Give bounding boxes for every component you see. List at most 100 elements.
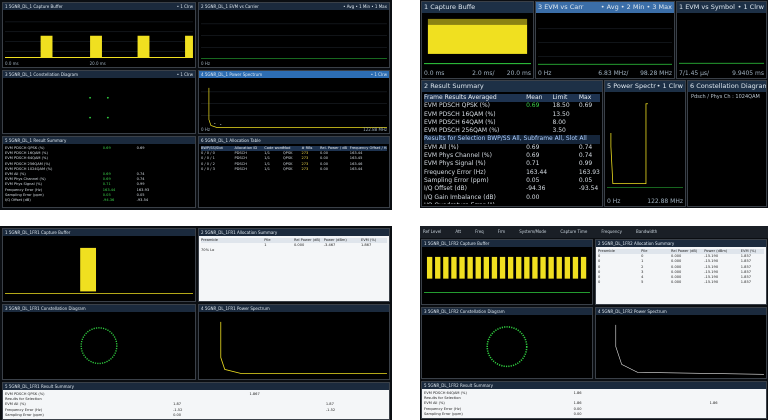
result-summary-panel[interactable]: 5 5GNR_DL_1 Result Summary EVM PDSCH QPS…	[2, 136, 196, 208]
panel-title: 2 5GNR_DL_1 EVM vs Carrier	[201, 4, 259, 9]
slot-burst	[516, 256, 522, 279]
panel-title: 5 5GNR_DL_1FR1 Result Summary	[5, 384, 74, 389]
panel-title: 2 5GNR_DL_1FR2 Allocation Summary	[598, 241, 675, 246]
evm-vs-symbol-panel[interactable]: 1 EVM vs Symbol • 1 Clrw 7/1.45 μs/9.9405…	[676, 1, 767, 79]
instrument-toolbar[interactable]: Ref Level Att Freq Frm System/Mode Capture Ti…	[420, 226, 768, 238]
result-summary-panel[interactable]: 5 5GNR_DL_1FR1 Result Summary EVM PDSCH …	[2, 382, 390, 420]
spectrum-trace	[607, 103, 683, 188]
power-spectrum-panel[interactable]: 4 5GNR_DL_1 Power Spectrum • 1 Clrw 0 Hz 1…	[198, 70, 390, 134]
summary-table: EVM PDSCH QPSK (%) 1.867 Results for Selec…	[5, 392, 387, 417]
toolbar-field[interactable]: Att	[455, 229, 461, 234]
table-row[interactable]: I/Q Offset (dB) -94.36 -93.54	[424, 185, 600, 193]
table-row[interactable]: 70% Lo	[201, 248, 387, 253]
capture-buffer-panel[interactable]: 1 5GNR_DL_1FR2 Capture Buffer	[421, 239, 593, 305]
panel-title: 1 Capture Buffe	[424, 3, 476, 11]
x-start: 0.0 ms	[424, 70, 445, 77]
slot-burst	[426, 256, 433, 279]
table-row[interactable]: EVM PDSCH QPSK (%) 0.69 18.50 0.69	[424, 102, 600, 110]
panel-header: 3 5GNR_DL_1FR1 Constellation Diagram	[3, 305, 195, 312]
table-row[interactable]: Sampling Error (ppm) 0.00	[5, 413, 387, 417]
table-row[interactable]: EVM Phys Signal (%) 0.71 0.99	[424, 160, 600, 168]
toolbar-field[interactable]: Capture Time	[560, 229, 587, 234]
x-axis: 0 Hz 6.83 MHz/98.28 MHz	[538, 69, 672, 78]
power-spectrum-panel[interactable]: 4 5GNR_DL_1FR1 Power Spectrum	[198, 304, 390, 380]
toolbar-field[interactable]: Ref Level	[423, 229, 441, 234]
table-row[interactable]: I/Q Quadrature Error (°)	[424, 202, 600, 204]
toolbar-field[interactable]: Frm	[498, 229, 505, 234]
constellation-points	[89, 96, 109, 119]
panel-title: 1 EVM vs Symbol	[679, 3, 735, 11]
constellation-panel[interactable]: 6 Constellation Diagram Pdsch / Phys Ch …	[687, 80, 767, 207]
table-cell: 0.05	[526, 176, 540, 184]
constellation-panel[interactable]: 3 5GNR_DL_1FR1 Constellation Diagram	[2, 304, 196, 380]
x-axis: 0 Hz	[201, 60, 387, 67]
result-summary-panel[interactable]: 2 Result Summary Frame Results Averaged M…	[421, 80, 603, 207]
table-cell: 70% Lo	[201, 248, 215, 253]
table-cell: 0	[598, 280, 601, 285]
toolbar-field[interactable]: Frequency	[601, 229, 622, 234]
table-cell: I/Q Quadrature Error (°)	[424, 202, 495, 204]
table-cell: QPSK	[282, 166, 293, 171]
power-spectrum-panel[interactable]: 5 Power Spectr • 1 Clrw 0 Hz 122.88 MHz	[604, 80, 686, 207]
table-row[interactable]: EVM PDSCH 16QAM (%) 13.50	[424, 111, 600, 119]
spectrum-trace	[201, 87, 387, 128]
panel-header: 1 Capture Buffe	[422, 2, 533, 13]
table-cell: 0.69	[578, 102, 593, 110]
table-row[interactable]: Frequency Error (Hz) 163.44 163.93	[424, 169, 600, 177]
table-row[interactable]: Sampling Error (ppm) 0.05 0.05	[424, 177, 600, 185]
panel-title: 6 5GNR_DL_1 Allocation Table	[201, 138, 261, 143]
toolbar-field[interactable]: Bandwidth	[636, 229, 657, 234]
capture-buffer-panel[interactable]: 1 5GNR_DL_1 Capture Buffer • 1 Clrw 0.0 m…	[2, 2, 196, 68]
table-cell: 163.93	[578, 168, 600, 176]
toolbar-field[interactable]: System/Mode	[519, 229, 546, 234]
spectrum-trace	[220, 321, 387, 374]
toolbar-field[interactable]: Freq	[475, 229, 484, 234]
capture-trace	[5, 247, 193, 294]
capture-buffer-panel[interactable]: 1 5GNR_DL_1FR1 Capture Buffer	[2, 228, 196, 302]
panel-header: 5 Power Spectr • 1 Clrw	[605, 81, 685, 92]
table-row[interactable]: EVM Phys Channel (%) 0.69 0.74	[424, 152, 600, 160]
slot-burst	[491, 256, 498, 279]
table-cell: EVM Phys Signal (%)	[424, 160, 486, 168]
table-cell: Frequency Error (Hz)	[424, 168, 486, 176]
panel-header: 2 5GNR_DL_1FR1 Allocation Summary	[199, 229, 389, 236]
allocation-table: Preamble Pile Rel Power (dB) Power (dBm) EVM…	[201, 238, 387, 299]
evm-vs-carrier-panel[interactable]: 3 EVM vs Carr • Avg • 2 Min • 3 Max 0 Hz 6…	[535, 1, 675, 79]
panel-title: 6 Constellation Diagram	[690, 82, 766, 90]
table-cell: 0.00	[573, 411, 582, 416]
x-start: 0 Hz	[201, 127, 210, 132]
table-row[interactable]: I/Q Gain Imbalance (dB) 0.00	[424, 194, 600, 202]
power-spectrum-panel[interactable]: 4 5GNR_DL_1FR2 Power Spectrum	[595, 307, 767, 379]
table-row[interactable]: EVM All (%) 0.69 0.74	[424, 144, 600, 152]
capture-buffer-panel[interactable]: 1 Capture Buffe 0.0 ms 2.0 ms/20.0 ms	[421, 1, 534, 79]
table-cell: 0.05	[578, 176, 593, 184]
table-row[interactable]: I/Q Offset (dB) -94.36 -93.54	[5, 198, 193, 203]
x-stop: 122.88 MHz	[363, 127, 387, 132]
x-start: 0.0 ms	[5, 61, 19, 66]
panel-header: 2 5GNR_DL_1 EVM vs Carrier • Avg • 1 Min …	[199, 3, 389, 10]
table-cell: EVM All (%)	[424, 143, 459, 151]
slot-burst	[467, 256, 473, 279]
table-row[interactable]: Sampling Error (ppm) 0.00	[424, 412, 764, 416]
table-row[interactable]: EVM PDSCH 64QAM (%) 8.00	[424, 119, 600, 127]
spectrum-trace	[615, 324, 764, 375]
screenshot-bottom-right: Ref Level Att Freq Frm System/Mode Capture Ti…	[420, 226, 768, 420]
panel-header: 5 5GNR_DL_1FR1 Result Summary	[3, 383, 389, 390]
table-row[interactable]: 0 / 0 / 3 PDSCH 1/1 QPSK 273 0.00 163.44	[201, 167, 387, 172]
table-row[interactable]: 0 5 0.000 -15.190 1.857	[598, 280, 764, 285]
table-row[interactable]: EVM PDSCH 256QAM (%) 3.50	[424, 127, 600, 135]
evm-vs-carrier-panel[interactable]: 2 5GNR_DL_1 EVM vs Carrier • Avg • 1 Min …	[198, 2, 390, 68]
constellation-panel[interactable]: 3 5GNR_DL_1FR2 Constellation Diagram	[421, 307, 593, 379]
panel-header: 6 Constellation Diagram	[688, 81, 766, 92]
screenshot-top-right: 1 Capture Buffe 0.0 ms 2.0 ms/20.0 ms 3 E…	[420, 0, 768, 208]
allocation-summary-panel[interactable]: 2 5GNR_DL_1FR1 Allocation Summary Preamb…	[198, 228, 390, 302]
table-cell: 0.69	[526, 143, 540, 151]
allocation-table-panel[interactable]: 6 5GNR_DL_1 Allocation Table BWP/SS/Slot…	[198, 136, 390, 208]
constellation-panel[interactable]: 3 5GNR_DL_1 Constellation Diagram • 1 Clr…	[2, 70, 196, 134]
result-summary-panel[interactable]: 5 5GNR_DL_1FR2 Result Summary EVM PDSCH …	[421, 381, 767, 419]
allocation-summary-panel[interactable]: 2 5GNR_DL_1FR2 Allocation Summary Preamb…	[595, 239, 767, 305]
trace-mode: • Avg • 2 Min • 3 Max	[600, 3, 672, 11]
panel-header: 5 5GNR_DL_1FR2 Result Summary	[422, 382, 766, 389]
panel-header: 1 5GNR_DL_1 Capture Buffer • 1 Clrw	[3, 3, 195, 10]
table-cell: -94.36	[526, 185, 546, 193]
